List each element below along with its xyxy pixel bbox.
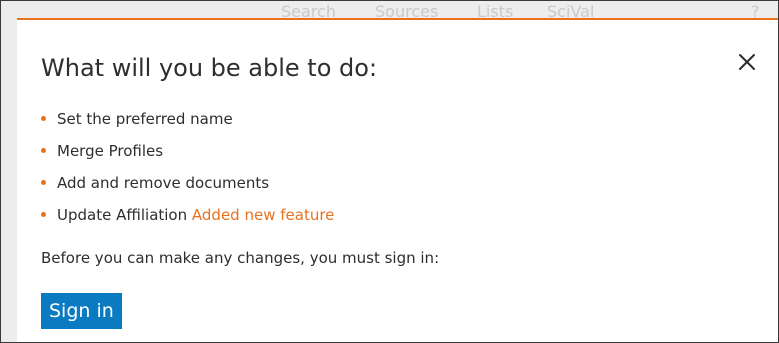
list-item: Update Affiliation Added new feature bbox=[41, 204, 334, 236]
list-item: Add and remove documents bbox=[41, 172, 334, 204]
nav-search[interactable]: Search bbox=[281, 4, 336, 20]
close-icon[interactable] bbox=[735, 50, 759, 74]
screenshot-frame: Search Sources Lists SciVal ? What will … bbox=[0, 0, 779, 343]
sign-in-note: Before you can make any changes, you mus… bbox=[41, 249, 440, 267]
nav-help[interactable]: ? bbox=[751, 4, 760, 20]
list-item: Set the preferred name bbox=[41, 108, 334, 140]
list-item-text: Update Affiliation bbox=[57, 206, 188, 224]
nav-sources[interactable]: Sources bbox=[375, 4, 438, 20]
sign-in-dialog: What will you be able to do: Set the pre… bbox=[17, 18, 778, 342]
dialog-title: What will you be able to do: bbox=[41, 54, 378, 82]
list-item-text: Merge Profiles bbox=[57, 142, 164, 160]
bullet-icon bbox=[41, 148, 46, 153]
bullet-icon bbox=[41, 180, 46, 185]
sign-in-button[interactable]: Sign in bbox=[41, 293, 122, 329]
list-item-text: Set the preferred name bbox=[57, 110, 233, 128]
nav-scival[interactable]: SciVal bbox=[547, 4, 594, 20]
background-nav: Search Sources Lists SciVal ? bbox=[281, 4, 771, 20]
nav-lists[interactable]: Lists bbox=[477, 4, 513, 20]
list-item: Merge Profiles bbox=[41, 140, 334, 172]
bullet-icon bbox=[41, 212, 46, 217]
list-item-text: Add and remove documents bbox=[57, 174, 270, 192]
new-feature-label: Added new feature bbox=[191, 206, 335, 224]
feature-list: Set the preferred name Merge Profiles Ad… bbox=[41, 108, 334, 236]
bullet-icon bbox=[41, 116, 46, 121]
